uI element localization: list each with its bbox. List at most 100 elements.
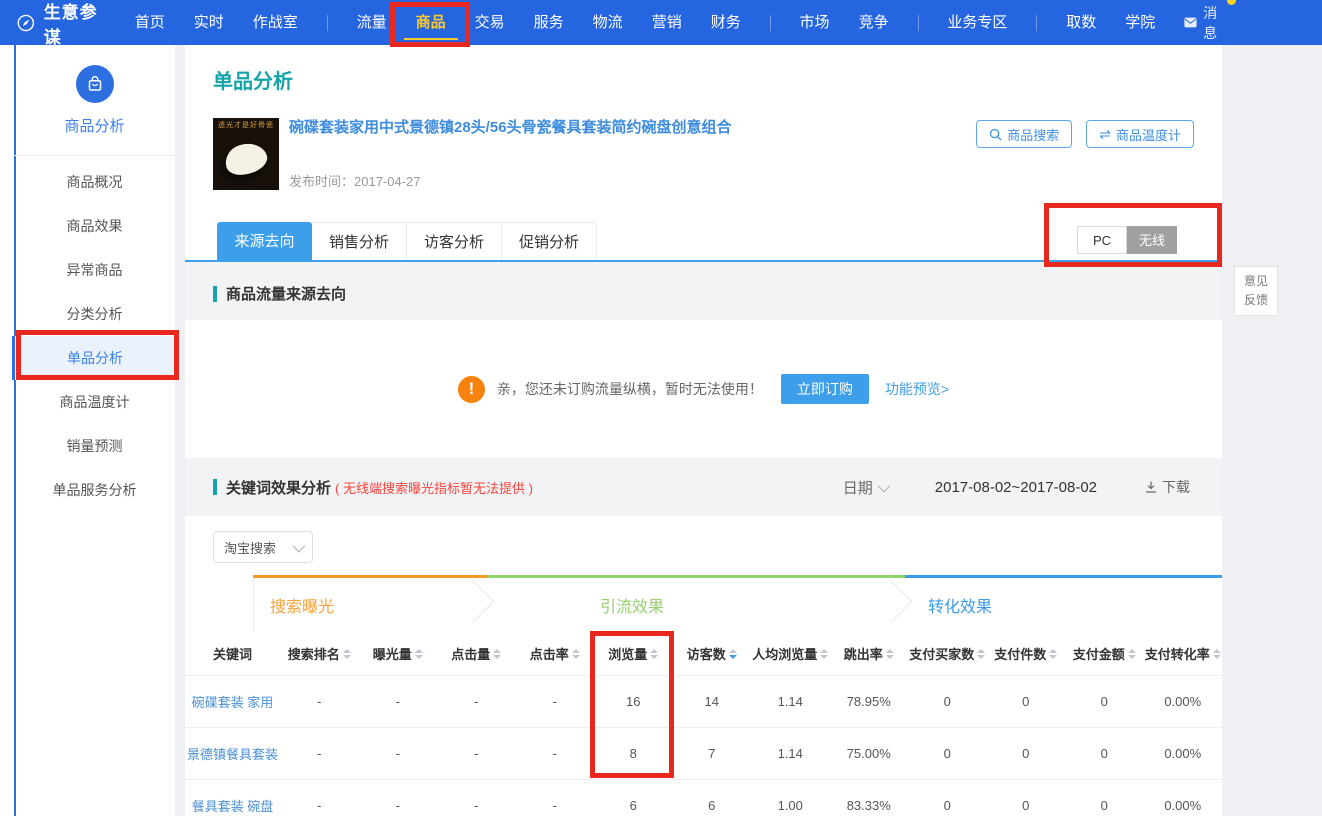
cell: 6 xyxy=(673,798,752,813)
search-channel-value: 淘宝搜索 xyxy=(224,538,276,557)
col-pay-conversion[interactable]: 支付转化率 xyxy=(1144,644,1223,663)
col-avg-pageviews[interactable]: 人均浏览量 xyxy=(751,644,830,663)
message-button[interactable]: 消息 xyxy=(1184,3,1226,43)
chevron-down-icon xyxy=(293,539,306,552)
col-pay-items[interactable]: 支付件数 xyxy=(987,644,1066,663)
cell: 0 xyxy=(1065,746,1144,761)
cell: 1.14 xyxy=(751,694,830,709)
toggle-pc[interactable]: PC xyxy=(1077,226,1127,254)
keyword-section-title: 关键词效果分析 xyxy=(226,477,331,498)
notice-text: 亲，您还未订购流量纵横，暂时无法使用！ xyxy=(497,379,763,399)
nav-item-finance[interactable]: 财务 xyxy=(711,0,741,45)
cell: - xyxy=(280,746,359,761)
tab-promotion-analysis[interactable]: 促销分析 xyxy=(502,222,597,261)
nav-item-academy[interactable]: 学院 xyxy=(1125,0,1155,45)
cell-pageviews: 6 xyxy=(594,798,673,813)
cell: 75.00% xyxy=(830,746,909,761)
cell: - xyxy=(280,798,359,813)
sidebar-item-sales-forecast[interactable]: 销量预测 xyxy=(14,424,175,468)
sidebar-item-product-thermometer[interactable]: 商品温度计 xyxy=(14,380,175,424)
thumbnail-caption: 透光才是好骨瓷 xyxy=(213,118,279,130)
col-clicks[interactable]: 点击量 xyxy=(437,644,516,663)
col-keyword: 关键词 xyxy=(185,644,280,663)
col-impressions[interactable]: 曝光量 xyxy=(359,644,438,663)
product-thermometer-button[interactable]: ⇌ 商品温度计 xyxy=(1086,120,1194,148)
nav-item-home[interactable]: 首页 xyxy=(135,0,165,45)
nav-item-competition[interactable]: 竞争 xyxy=(859,0,889,45)
nav-divider xyxy=(918,15,919,31)
table-row: 餐具套装 碗盘 - - - - 6 6 1.00 83.33% 0 0 0 0.… xyxy=(185,779,1222,816)
col-bounce-rate[interactable]: 跳出率 xyxy=(830,644,909,663)
top-nav: 生意参谋 首页 实时 作战室 流量 商品 交易 服务 物流 营销 财务 市场 竞… xyxy=(0,0,1322,45)
search-channel-dropdown[interactable]: 淘宝搜索 xyxy=(213,531,313,563)
group-border-traffic-effect xyxy=(487,575,905,578)
nav-item-product[interactable]: 商品 xyxy=(416,0,446,45)
sidebar: 商品分析 商品概况 商品效果 异常商品 分类分析 单品分析 商品温度计 销量预测… xyxy=(0,45,175,816)
cell-pageviews: 16 xyxy=(594,694,673,709)
col-ctr[interactable]: 点击率 xyxy=(516,644,595,663)
order-now-button[interactable]: 立即订购 xyxy=(781,374,869,404)
sidebar-item-product-overview[interactable]: 商品概况 xyxy=(14,160,175,204)
nav-item-traffic[interactable]: 流量 xyxy=(357,0,387,45)
sort-icon xyxy=(820,649,828,659)
cell: 1.14 xyxy=(751,746,830,761)
nav-divider xyxy=(770,15,771,31)
sort-icon xyxy=(886,649,894,659)
toggle-wireless[interactable]: 无线 xyxy=(1127,226,1177,254)
swap-icon: ⇌ xyxy=(1099,127,1111,141)
keyword-link[interactable]: 碗碟套装 家用 xyxy=(185,692,280,711)
envelope-icon xyxy=(1184,16,1197,29)
brand[interactable]: 生意参谋 xyxy=(16,0,103,48)
cell: 0 xyxy=(1065,694,1144,709)
group-label-traffic-effect: 引流效果 xyxy=(600,593,664,617)
nav-item-marketing[interactable]: 营销 xyxy=(652,0,682,45)
col-pay-buyers[interactable]: 支付买家数 xyxy=(908,644,987,663)
product-thumbnail[interactable]: 透光才是好骨瓷 xyxy=(213,118,279,190)
page-title: 单品分析 xyxy=(213,65,293,94)
cell: 0 xyxy=(908,694,987,709)
header-actions: 商品搜索 ⇌ 商品温度计 xyxy=(976,120,1194,148)
cell: - xyxy=(516,798,595,813)
exclamation-icon: ! xyxy=(458,376,485,403)
nav-divider xyxy=(1036,15,1037,31)
sidebar-item-item-analysis[interactable]: 单品分析 xyxy=(12,336,175,380)
sidebar-item-item-service-analysis[interactable]: 单品服务分析 xyxy=(14,468,175,512)
keyword-link[interactable]: 景德镇餐具套装 xyxy=(185,744,280,763)
nav-item-service[interactable]: 服务 xyxy=(534,0,564,45)
col-search-rank[interactable]: 搜索排名 xyxy=(280,644,359,663)
product-search-button[interactable]: 商品搜索 xyxy=(976,120,1072,148)
col-pageviews[interactable]: 浏览量 xyxy=(594,644,673,663)
tab-source-destination[interactable]: 来源去向 xyxy=(217,222,312,261)
nav-item-market[interactable]: 市场 xyxy=(800,0,830,45)
product-title-link[interactable]: 碗碟套装家用中式景德镇28头/56头骨瓷餐具套装简约碗盘创意组合 xyxy=(289,118,969,138)
keyword-link[interactable]: 餐具套装 碗盘 xyxy=(185,796,280,815)
nav-item-data-fetch[interactable]: 取数 xyxy=(1066,0,1096,45)
cell: 83.33% xyxy=(830,798,909,813)
nav-item-trade[interactable]: 交易 xyxy=(475,0,505,45)
sidebar-item-abnormal-products[interactable]: 异常商品 xyxy=(14,248,175,292)
sort-icon xyxy=(1128,649,1136,659)
nav-item-warroom[interactable]: 作战室 xyxy=(253,0,298,45)
col-pay-amount[interactable]: 支付金额 xyxy=(1065,644,1144,663)
sidebar-item-category-analysis[interactable]: 分类分析 xyxy=(14,292,175,336)
product-analysis-bag-icon xyxy=(76,65,114,103)
date-range-value[interactable]: 2017-08-02~2017-08-02 xyxy=(935,479,1097,496)
keyword-section-note: ( 无线端搜索曝光指标暂无法提供 ) xyxy=(335,478,533,497)
publish-date: 发布时间：2017-04-27 xyxy=(289,171,969,190)
col-visitors[interactable]: 访客数 xyxy=(673,644,752,663)
tab-visitor-analysis[interactable]: 访客分析 xyxy=(407,222,502,261)
tab-sales-analysis[interactable]: 销售分析 xyxy=(312,222,407,261)
nav-item-realtime[interactable]: 实时 xyxy=(194,0,224,45)
flow-section-band: 商品流量来源去向 xyxy=(185,262,1222,320)
group-label-search-exposure: 搜索曝光 xyxy=(270,593,334,617)
group-chevron-divider xyxy=(451,580,495,624)
feedback-button[interactable]: 意见 反馈 xyxy=(1234,266,1278,316)
table-row: 碗碟套装 家用 - - - - 16 14 1.14 78.95% 0 0 0 … xyxy=(185,675,1222,727)
date-dropdown[interactable]: 日期 xyxy=(843,477,887,498)
feature-preview-link[interactable]: 功能预览> xyxy=(885,379,949,399)
download-button[interactable]: 下载 xyxy=(1145,477,1190,497)
keyword-section-band: 关键词效果分析 ( 无线端搜索曝光指标暂无法提供 ) 日期 2017-08-02… xyxy=(185,458,1222,516)
nav-item-business-zone[interactable]: 业务专区 xyxy=(947,0,1007,45)
nav-item-logistics[interactable]: 物流 xyxy=(593,0,623,45)
sidebar-item-product-effect[interactable]: 商品效果 xyxy=(14,204,175,248)
